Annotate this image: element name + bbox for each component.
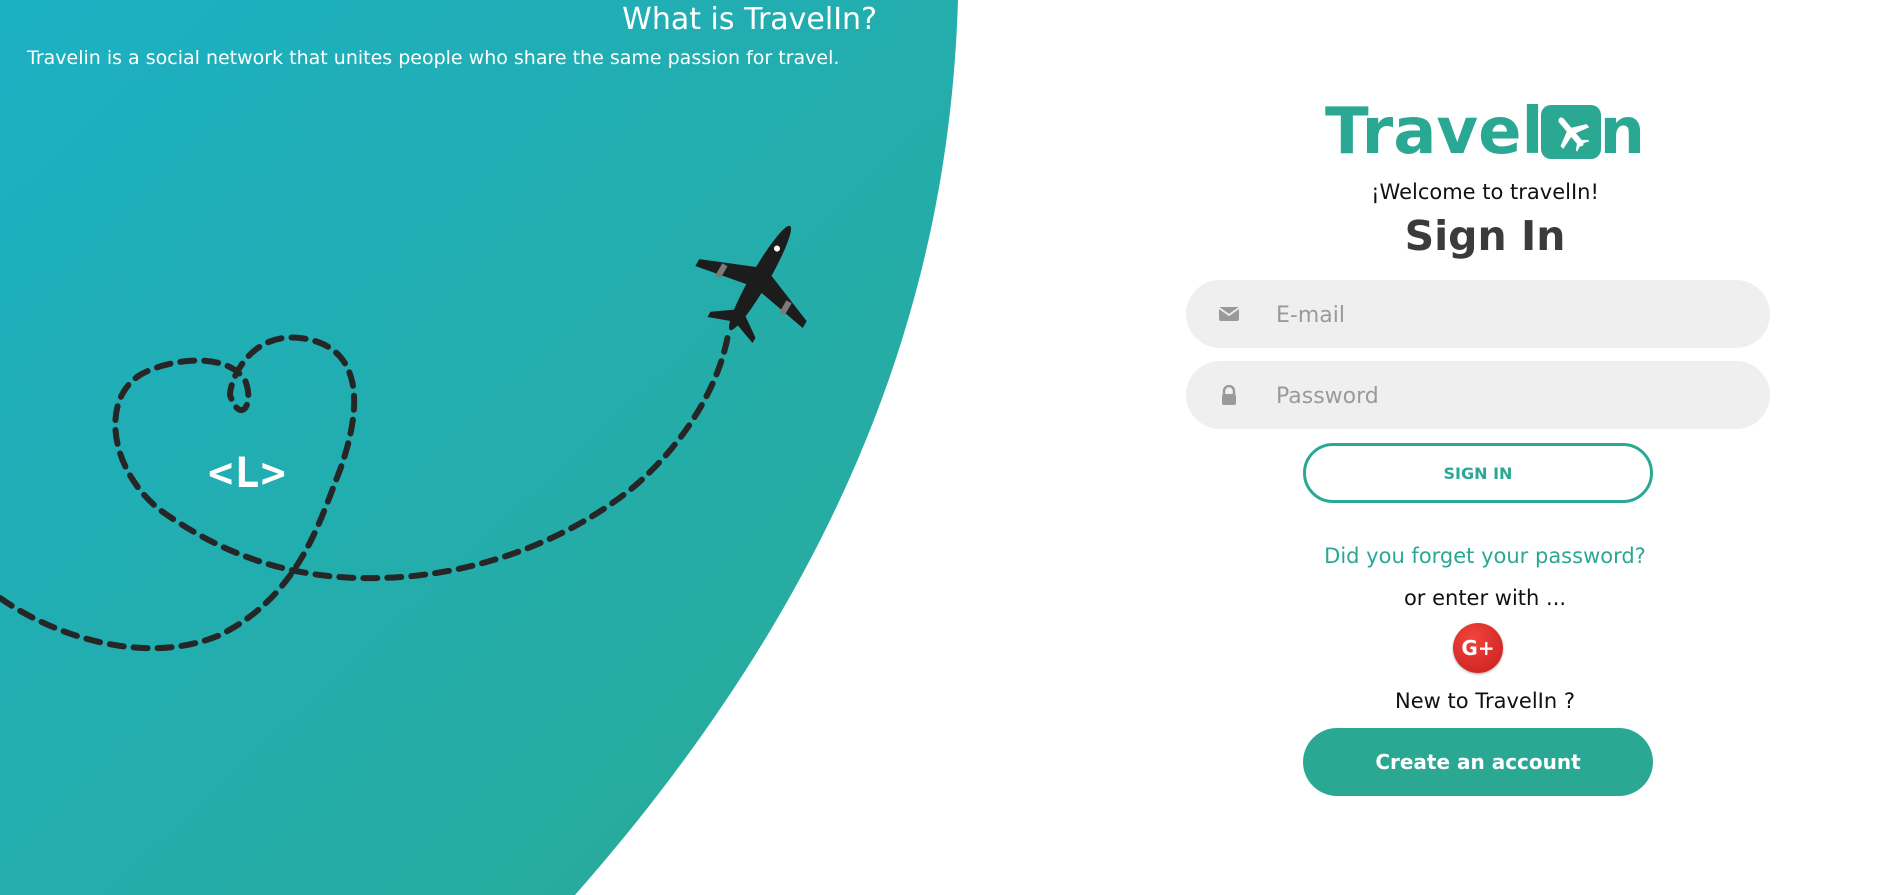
new-to-travelin-text: New to TravelIn ? [1395, 689, 1575, 713]
forgot-password-link[interactable]: Did you forget your password? [1185, 542, 1785, 570]
welcome-text: ¡Welcome to travelIn! [1371, 180, 1599, 204]
signin-button[interactable]: SIGN IN [1303, 443, 1653, 503]
hero-background [0, 0, 958, 895]
hero-description: Travelin is a social network that unites… [27, 47, 840, 69]
logo-text-right: n [1599, 95, 1645, 169]
travelin-logo: Travel n [1185, 96, 1785, 168]
email-input[interactable] [1274, 280, 1748, 350]
lock-icon [1222, 385, 1236, 405]
hero-panel: What is TravelIn? Travelin is a social n… [0, 0, 960, 895]
page-title: Sign In [1404, 212, 1566, 260]
email-field-wrapper [1186, 280, 1770, 350]
password-input[interactable] [1274, 361, 1748, 431]
airplane-icon [1558, 117, 1590, 152]
google-plus-icon[interactable]: G+ [1453, 623, 1503, 673]
password-field-wrapper [1186, 361, 1770, 431]
code-mark: <L> [208, 448, 287, 497]
hero-curved-shape [0, 0, 958, 895]
logo-plane-badge [1541, 105, 1602, 159]
logo-text-left: Travel [1325, 95, 1544, 169]
create-account-button[interactable]: Create an account [1303, 728, 1653, 796]
envelope-icon [1218, 307, 1240, 321]
signin-panel: Traveln ¡Welcome to travelIn! Sign In SI… [1185, 0, 1785, 895]
or-enter-with-text: or enter with ... [1403, 586, 1567, 610]
hero-title: What is TravelIn? [622, 2, 877, 37]
